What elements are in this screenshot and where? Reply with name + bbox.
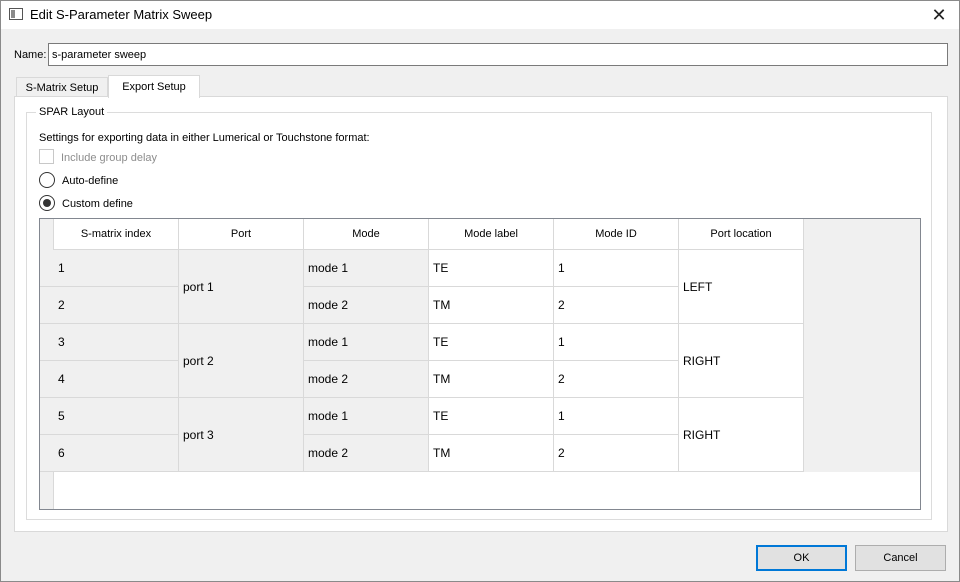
auto-define-label[interactable]: Auto-define [62, 175, 118, 187]
table-cell-mode-label[interactable]: TE [429, 324, 554, 361]
table-cell-mode-id[interactable]: 1 [554, 250, 679, 287]
table-cell-mode-label[interactable]: TM [429, 287, 554, 324]
window-title: Edit S-Parameter Matrix Sweep [30, 7, 213, 22]
row-header[interactable] [40, 398, 54, 435]
table-cell-mode-label[interactable]: TM [429, 361, 554, 398]
cancel-button[interactable]: Cancel [855, 545, 946, 571]
table-cell-mode: mode 1 [304, 398, 429, 435]
table-cell-mode-id[interactable]: 2 [554, 287, 679, 324]
table-empty-area [54, 472, 920, 509]
table-cell-mode: mode 1 [304, 250, 429, 287]
include-group-delay-checkbox[interactable] [39, 149, 54, 164]
name-label: Name: [14, 49, 47, 61]
row-header[interactable] [40, 435, 54, 472]
row-header[interactable] [40, 250, 54, 287]
column-header-mode-label[interactable]: Mode label [429, 219, 554, 250]
table-cell-port: port 3 [179, 398, 304, 472]
auto-define-radio[interactable] [39, 172, 55, 188]
ok-button[interactable]: OK [756, 545, 847, 571]
window-icon [9, 8, 23, 20]
column-header-mode-id[interactable]: Mode ID [554, 219, 679, 250]
table-cell-index: 2 [54, 287, 179, 324]
close-button[interactable]: ✕ [925, 4, 953, 26]
table-cell-index: 1 [54, 250, 179, 287]
custom-define-label[interactable]: Custom define [62, 198, 133, 210]
table-cell-mode-id[interactable]: 1 [554, 398, 679, 435]
row-header[interactable] [40, 361, 54, 398]
column-header-mode[interactable]: Mode [304, 219, 429, 250]
tab-export-setup[interactable]: Export Setup [108, 75, 200, 98]
table-cell-port: port 1 [179, 250, 304, 324]
table-cell-index: 5 [54, 398, 179, 435]
export-settings-description: Settings for exporting data in either Lu… [39, 132, 370, 144]
table-cell-mode: mode 2 [304, 435, 429, 472]
table-cell-index: 3 [54, 324, 179, 361]
table-cell-index: 4 [54, 361, 179, 398]
column-header-port[interactable]: Port [179, 219, 304, 250]
spar-layout-title: SPAR Layout [36, 106, 108, 118]
name-input[interactable] [48, 43, 948, 66]
custom-define-radio[interactable] [39, 195, 55, 211]
radio-selected-dot [43, 199, 51, 207]
table-cell-mode-label[interactable]: TE [429, 398, 554, 435]
table-cell-mode-id[interactable]: 2 [554, 435, 679, 472]
spar-layout-table[interactable]: S-matrix index Port Mode Mode label Mode… [39, 218, 921, 510]
column-header-s-matrix-index[interactable]: S-matrix index [54, 219, 179, 250]
title-bar[interactable]: Edit S-Parameter Matrix Sweep ✕ [1, 1, 959, 29]
tab-s-matrix-setup[interactable]: S-Matrix Setup [16, 77, 108, 97]
table-cell-mode: mode 2 [304, 287, 429, 324]
table-cell-port-location[interactable]: RIGHT [679, 324, 804, 398]
table-cell-port-location[interactable]: LEFT [679, 250, 804, 324]
table-cell-mode-label[interactable]: TE [429, 250, 554, 287]
column-header-port-location[interactable]: Port location [679, 219, 804, 250]
row-header[interactable] [40, 287, 54, 324]
dialog-window: Edit S-Parameter Matrix Sweep ✕ Name: S-… [0, 0, 960, 582]
table-cell-mode-id[interactable]: 1 [554, 324, 679, 361]
table-cell-port: port 2 [179, 324, 304, 398]
row-header[interactable] [40, 324, 54, 361]
table-cell-mode: mode 1 [304, 324, 429, 361]
table-cell-mode-id[interactable]: 2 [554, 361, 679, 398]
table-cell-index: 6 [54, 435, 179, 472]
table-cell-mode-label[interactable]: TM [429, 435, 554, 472]
include-group-delay-label: Include group delay [61, 152, 158, 164]
table-cell-mode: mode 2 [304, 361, 429, 398]
table-cell-port-location[interactable]: RIGHT [679, 398, 804, 472]
